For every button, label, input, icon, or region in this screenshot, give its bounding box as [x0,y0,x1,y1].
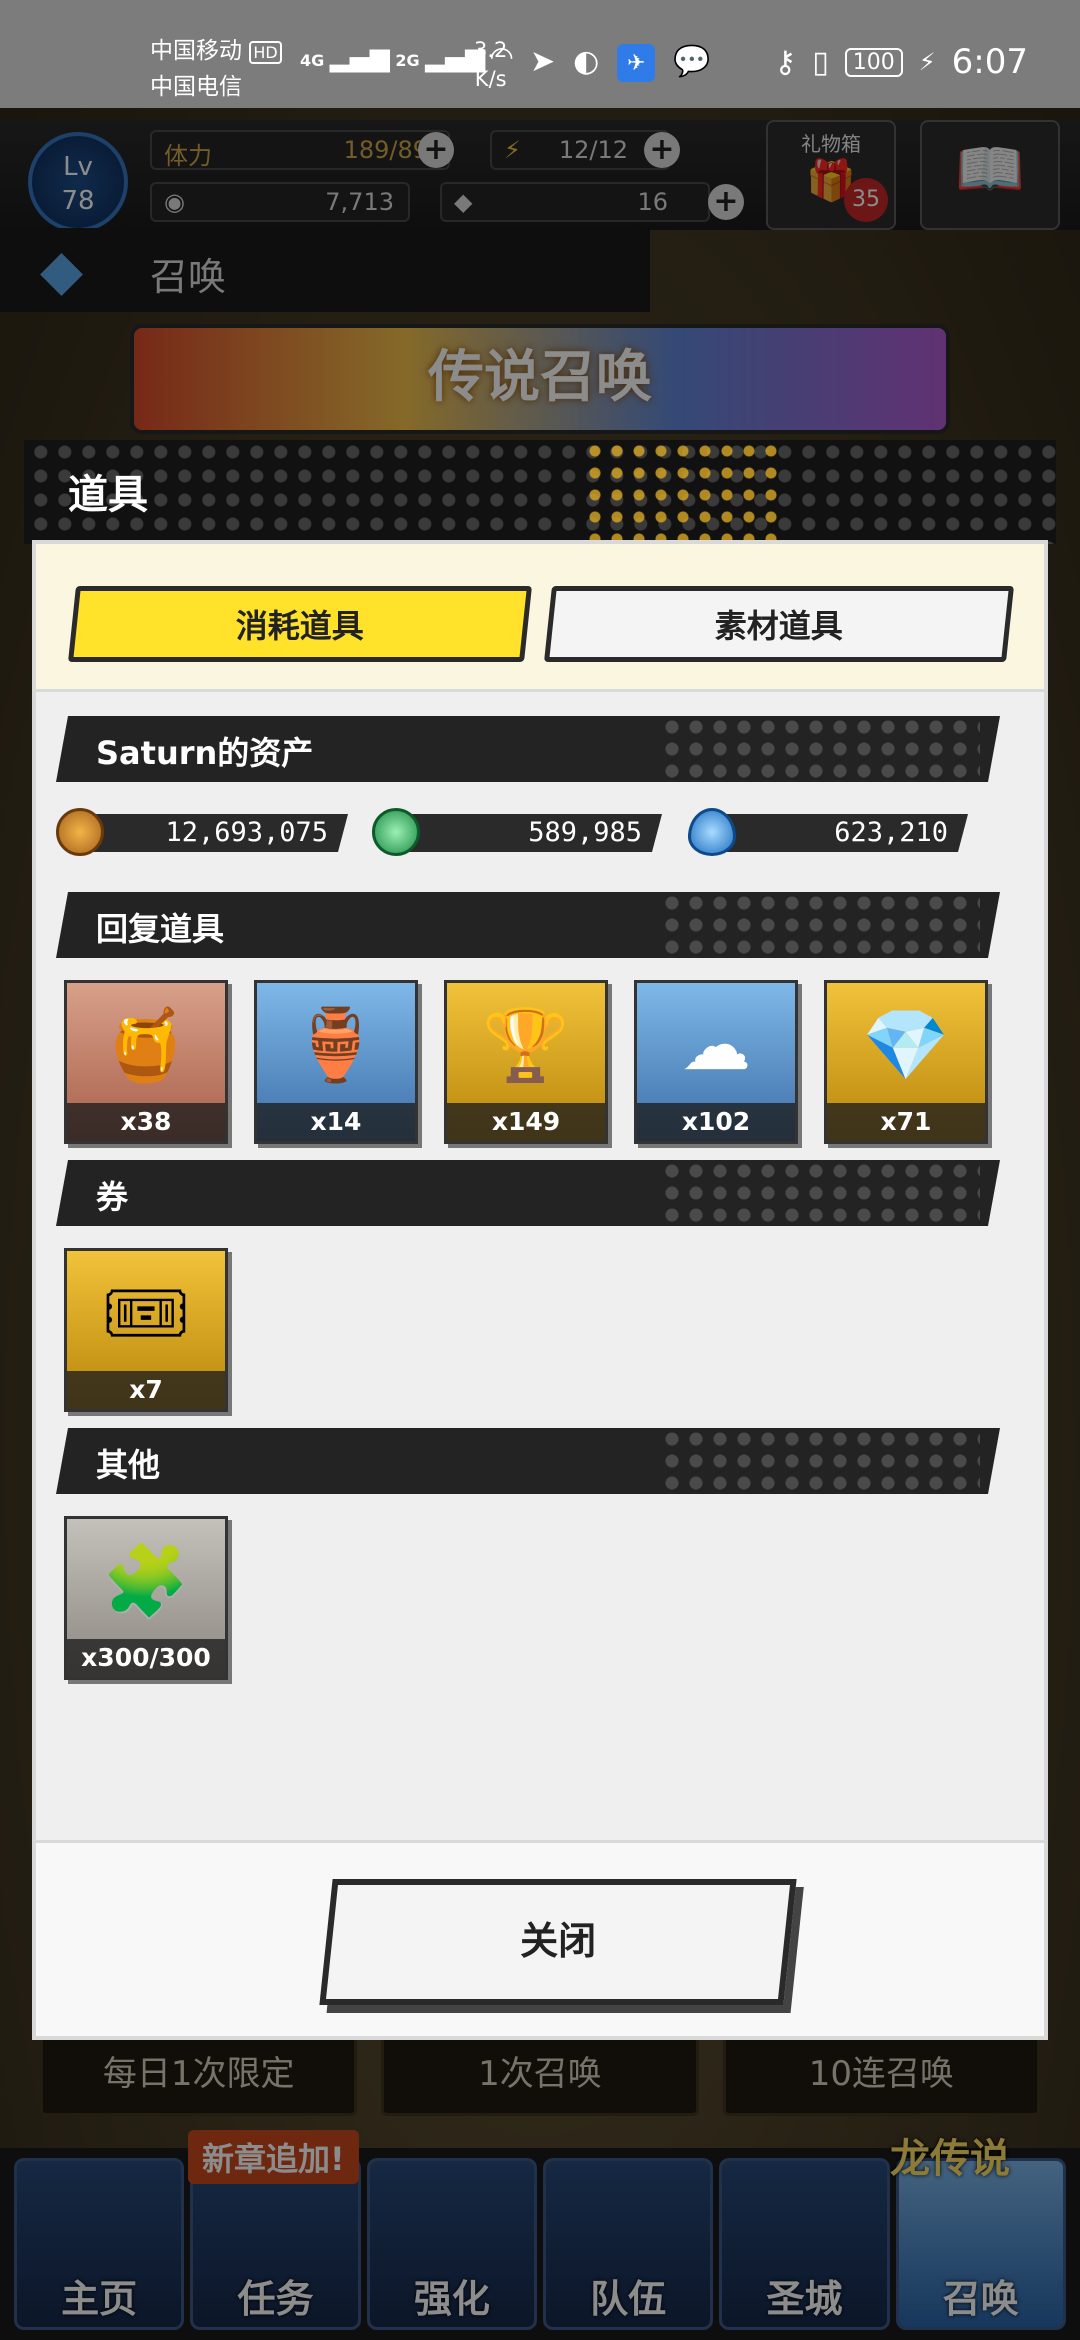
battery-level: 100 [844,47,903,77]
charging-icon: ⚡ [918,48,936,76]
modal-footer: 关闭 [36,1840,1044,2036]
item-golden-pot[interactable]: 🏆 x149 [444,980,608,1144]
section-dot-pattern [660,1160,980,1226]
close-button-label: 关闭 [520,1919,597,1963]
summon-ticket-icon: 🎟 [101,1271,191,1354]
item-summon-ticket[interactable]: 🎟 x7 [64,1248,228,1412]
chat-bubble-icon: 💬 [673,44,711,79]
gold-value: 12,693,075 [86,814,348,852]
modal-header: 道具 [24,440,1056,544]
item-tabs: 消耗道具 素材道具 [36,544,1044,692]
tab-consumables-label: 消耗道具 [235,607,364,645]
assets-section-header: Saturn的资产 [56,716,1000,782]
item-puzzle-piece[interactable]: 🧩 x300/300 [64,1516,228,1680]
header-dot-pattern [584,440,784,544]
tab-consumables[interactable]: 消耗道具 [68,586,532,662]
item-count: x102 [637,1103,795,1141]
section-dot-pattern [660,892,980,958]
currency-green: 589,985 [372,808,662,856]
tab-materials[interactable]: 素材道具 [544,586,1014,662]
modal-body: 消耗道具 素材道具 Saturn的资产 12,693,075 589,985 6… [32,540,1048,2040]
qq-icon: ◐ [573,44,600,79]
net-2g: 2G [395,51,420,70]
carrier-info: 中国移动 HD 中国电信 [150,34,282,104]
items-modal: 道具 消耗道具 素材道具 Saturn的资产 12,693,075 589,98… [24,440,1056,2040]
cloud-carpet-icon: ☁ [681,1004,751,1086]
green-orb-icon [372,808,420,856]
recovery-section-header: 回复道具 [56,892,1000,958]
ticket-section-header: 券 [56,1160,1000,1226]
network-speed: 3.2 K/s [474,36,507,94]
item-count: x7 [67,1371,225,1409]
item-honey-jar[interactable]: 🏺 x14 [254,980,418,1144]
water-value: 623,210 [718,814,968,852]
treasure-urn-icon: 💎 [862,1003,950,1086]
hd-badge: HD [249,41,282,64]
golden-pot-icon: 🏆 [482,1003,570,1086]
section-dot-pattern [660,716,980,782]
speed-value: 3.2 [474,38,508,62]
speed-unit: K/s [474,67,507,91]
send-icon: ➤ [530,44,556,79]
puzzle-piece-icon: 🧩 [102,1539,190,1622]
item-count: x149 [447,1103,605,1141]
key-icon: ⚷ [774,44,797,80]
recovery-header-label: 回复道具 [96,910,225,948]
potion-bottle-icon: 🍯 [102,1003,190,1086]
green-orb-value: 589,985 [402,814,662,852]
item-cloud-carpet[interactable]: ☁ x102 [634,980,798,1144]
item-count: x300/300 [67,1639,225,1677]
close-button[interactable]: 关闭 [319,1879,797,2005]
net-4g: 4G [300,51,325,70]
other-section-header: 其他 [56,1428,1000,1494]
carrier-1: 中国移动 [150,38,242,64]
tab-materials-label: 素材道具 [714,607,843,645]
signal-icon-1: ▂▄▆ [329,43,390,73]
app-notification-icon: ✈ [617,44,656,82]
system-indicators: ⚷ ▯ 100 ⚡ 6:07 [774,42,1028,82]
modal-title: 道具 [68,472,148,518]
honey-jar-icon: 🏺 [292,1003,380,1086]
assets-header-label: Saturn的资产 [96,734,314,772]
item-count: x14 [257,1103,415,1141]
section-dot-pattern [660,1428,980,1494]
vibrate-icon: ▯ [812,44,829,80]
item-potion[interactable]: 🍯 x38 [64,980,228,1144]
ticket-header-label: 券 [96,1178,129,1216]
gold-coin-icon [56,808,104,856]
item-count: x38 [67,1103,225,1141]
status-bar: 中国移动 HD 中国电信 4G ▂▄▆ 2G ▂▄▆ ◠ 3.2 K/s ➤ ◐… [0,0,1080,108]
currency-gold: 12,693,075 [56,808,348,856]
carrier-2: 中国电信 [150,74,242,100]
item-treasure-urn[interactable]: 💎 x71 [824,980,988,1144]
notification-icons: ➤ ◐ ✈ 💬 [530,44,711,82]
currency-water: 623,210 [688,808,978,856]
clock: 6:07 [951,42,1028,82]
item-count: x71 [827,1103,985,1141]
other-header-label: 其他 [96,1446,161,1484]
